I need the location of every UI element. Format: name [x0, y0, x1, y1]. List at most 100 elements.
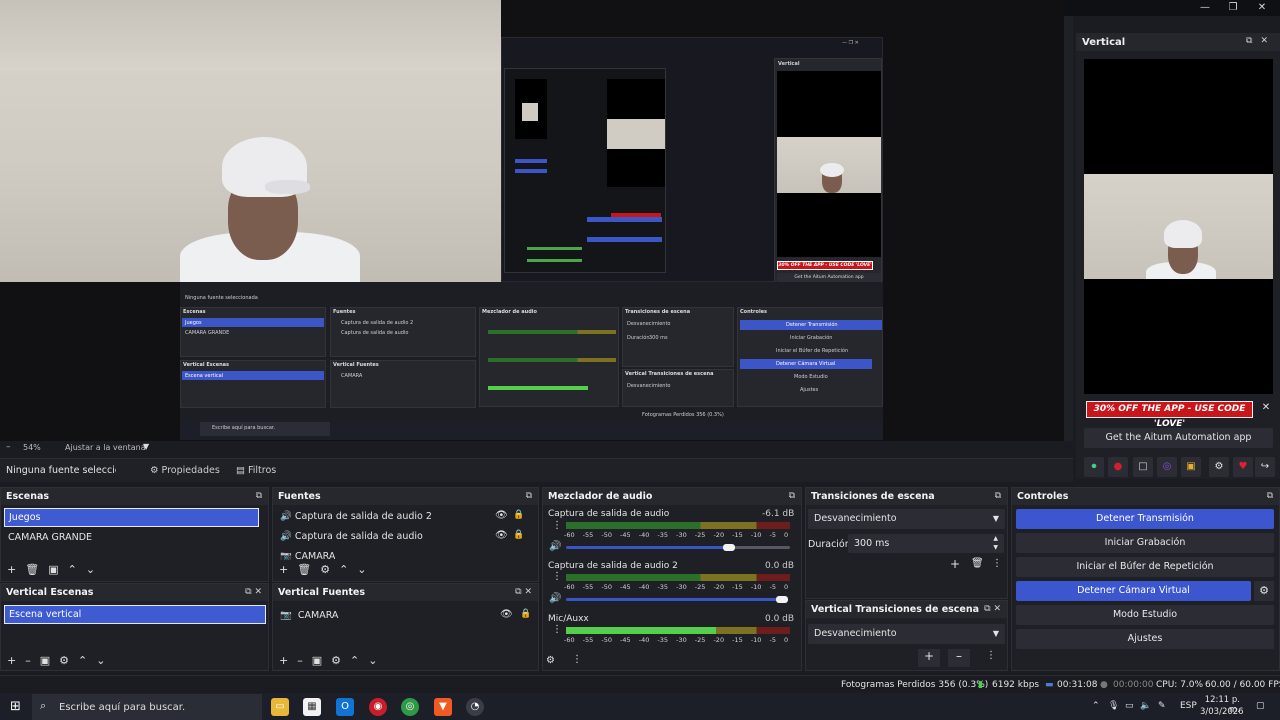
remove-icon[interactable]: –: [25, 654, 31, 667]
settings-button[interactable]: Ajustes: [1016, 629, 1274, 649]
down-icon[interactable]: ⌄: [96, 654, 105, 667]
up-icon[interactable]: ⌃: [68, 563, 77, 576]
remove-transition-icon[interactable]: –: [948, 649, 970, 667]
trash-icon[interactable]: 🗑: [25, 563, 39, 576]
lock-icon[interactable]: 🔒: [520, 609, 531, 619]
app-red-icon[interactable]: ◉: [369, 698, 387, 716]
restore-button[interactable]: ❐: [1219, 0, 1247, 16]
source-item[interactable]: 🔊 Captura de salida de audio 2: [280, 511, 432, 522]
tray-chevron-icon[interactable]: ⌃: [1092, 701, 1100, 711]
add-icon[interactable]: +: [279, 654, 288, 667]
taskbar-search[interactable]: ⌕ Escribe aquí para buscar.: [32, 694, 262, 720]
add-transition-icon[interactable]: +: [918, 649, 940, 667]
zoom-dropdown-icon[interactable]: ▼: [143, 442, 149, 451]
vertical-scene-item[interactable]: Escena vertical: [4, 605, 266, 624]
gear-icon[interactable]: ⚙: [59, 654, 69, 667]
mixer-menu-icon[interactable]: ⋮: [552, 520, 562, 531]
mixer-menu-icon[interactable]: ⋮: [552, 624, 562, 635]
stop-virtual-camera-button[interactable]: Detener Cámara Virtual: [1016, 581, 1251, 601]
promo-banner[interactable]: 30% OFF THE APP - USE CODE 'LOVE': [1086, 401, 1253, 429]
dock-close-icon[interactable]: ⧉ ✕: [515, 587, 532, 597]
dock-float-icon[interactable]: ⧉: [256, 491, 262, 501]
aitum-heart-icon[interactable]: ♥: [1233, 457, 1253, 477]
volume-slider-handle[interactable]: [776, 596, 788, 603]
mixer-settings-icon[interactable]: ⚙: [546, 655, 555, 666]
dock-float-icon[interactable]: ⧉: [995, 491, 1001, 501]
windows-start-icon[interactable]: ⊞: [10, 699, 21, 714]
speaker-icon[interactable]: 🔊: [549, 593, 561, 604]
dock-float-icon[interactable]: ⧉: [1267, 491, 1273, 501]
transition-menu-icon[interactable]: ⋮: [992, 558, 1002, 569]
gear-icon[interactable]: ⚙: [320, 563, 330, 576]
visibility-eye-icon[interactable]: 👁: [495, 510, 508, 521]
filter-icon[interactable]: ▣: [312, 654, 322, 667]
mixer-menu-icon[interactable]: ⋮: [552, 571, 562, 582]
store-icon[interactable]: ▦: [303, 698, 321, 716]
tray-pen-icon[interactable]: ✎: [1158, 701, 1166, 711]
source-item[interactable]: 📷 CAMARA: [280, 551, 335, 560]
filter-icon[interactable]: ▣: [40, 654, 50, 667]
up-icon[interactable]: ⌃: [350, 654, 359, 667]
remove-icon[interactable]: –: [297, 654, 303, 667]
scene-item-juegos[interactable]: Juegos: [4, 508, 259, 527]
aitum-record-icon[interactable]: ●: [1108, 457, 1128, 477]
transition-select[interactable]: Desvanecimiento ▼: [808, 509, 1005, 529]
zoom-minus-icon[interactable]: –: [6, 442, 11, 452]
chrome-icon[interactable]: ◎: [401, 698, 419, 716]
filter-icon[interactable]: ▣: [48, 563, 58, 576]
start-replay-buffer-button[interactable]: Iniciar el Búfer de Repetición: [1016, 557, 1274, 577]
aitum-virtualcam-icon[interactable]: ▣: [1181, 457, 1201, 477]
down-icon[interactable]: ⌄: [86, 563, 95, 576]
add-icon[interactable]: +: [279, 563, 288, 576]
speaker-icon[interactable]: 🔊: [549, 541, 561, 552]
dock-float-icon[interactable]: ⧉✕: [1246, 36, 1276, 46]
volume-slider[interactable]: [566, 598, 784, 601]
volume-slider-handle[interactable]: [723, 544, 735, 551]
preview-canvas[interactable]: — ❐ ✕ Vertical 30% OFF THE APP - USE COD…: [0, 0, 1064, 441]
properties-button[interactable]: ⚙ Propiedades: [150, 465, 220, 476]
start-recording-button[interactable]: Iniciar Grabación: [1016, 533, 1274, 553]
dock-float-icon[interactable]: ⧉: [789, 491, 795, 501]
duration-spinbox[interactable]: 300 ms ▲ ▼: [848, 534, 1004, 553]
visibility-eye-icon[interactable]: 👁: [500, 609, 513, 620]
down-icon[interactable]: ⌄: [368, 654, 377, 667]
trash-icon[interactable]: 🗑: [297, 563, 311, 576]
zoom-fit[interactable]: Ajustar a la ventana: [65, 443, 146, 452]
lock-icon[interactable]: 🔒: [513, 530, 524, 540]
outlook-icon[interactable]: O: [336, 698, 354, 716]
trash-icon[interactable]: 🗑: [971, 558, 984, 569]
add-icon[interactable]: +: [7, 563, 16, 576]
up-icon[interactable]: ⌃: [78, 654, 87, 667]
minimize-button[interactable]: —: [1191, 0, 1219, 16]
aitum-app-button[interactable]: Get the Aitum Automation app: [1084, 428, 1273, 448]
aitum-settings-icon[interactable]: ⚙: [1209, 457, 1229, 477]
tray-mic-icon[interactable]: 🎙: [1108, 701, 1119, 711]
add-icon[interactable]: +: [7, 654, 16, 667]
up-icon[interactable]: ⌃: [339, 563, 348, 576]
vertical-source-item[interactable]: 📷 CAMARA: [280, 610, 338, 621]
dock-close-icon[interactable]: ⧉ ✕: [245, 587, 262, 597]
add-transition-icon[interactable]: +: [950, 557, 960, 571]
aitum-stream-icon[interactable]: ⏺: [1084, 457, 1104, 477]
virtual-camera-settings-icon[interactable]: ⚙: [1254, 581, 1274, 601]
aitum-stop-icon[interactable]: □: [1133, 457, 1153, 477]
visibility-eye-icon[interactable]: 👁: [495, 530, 508, 541]
stop-streaming-button[interactable]: Detener Transmisión: [1016, 509, 1274, 529]
dock-float-icon[interactable]: ⧉: [526, 491, 532, 501]
dock-close-icon[interactable]: ⧉ ✕: [984, 604, 1001, 614]
clock-date[interactable]: 3/03/2026: [1200, 707, 1244, 717]
transition-menu-icon[interactable]: ⋮: [986, 650, 996, 661]
aitum-share-icon[interactable]: ↪: [1255, 457, 1275, 477]
obs-icon[interactable]: ◔: [466, 698, 484, 716]
brave-icon[interactable]: ▼: [434, 698, 452, 716]
tray-volume-icon[interactable]: 🔈: [1140, 701, 1151, 711]
aitum-replay-icon[interactable]: ◎: [1157, 457, 1177, 477]
notifications-icon[interactable]: ▢: [1256, 701, 1265, 711]
vertical-transition-select[interactable]: Desvanecimiento ▼: [808, 624, 1005, 644]
gear-icon[interactable]: ⚙: [331, 654, 341, 667]
source-item[interactable]: 🔊 Captura de salida de audio: [280, 531, 423, 542]
filters-button[interactable]: ▤ Filtros: [236, 465, 276, 476]
down-icon[interactable]: ⌄: [357, 563, 366, 576]
promo-close-icon[interactable]: ✕: [1259, 402, 1273, 416]
lock-icon[interactable]: 🔒: [513, 510, 524, 520]
